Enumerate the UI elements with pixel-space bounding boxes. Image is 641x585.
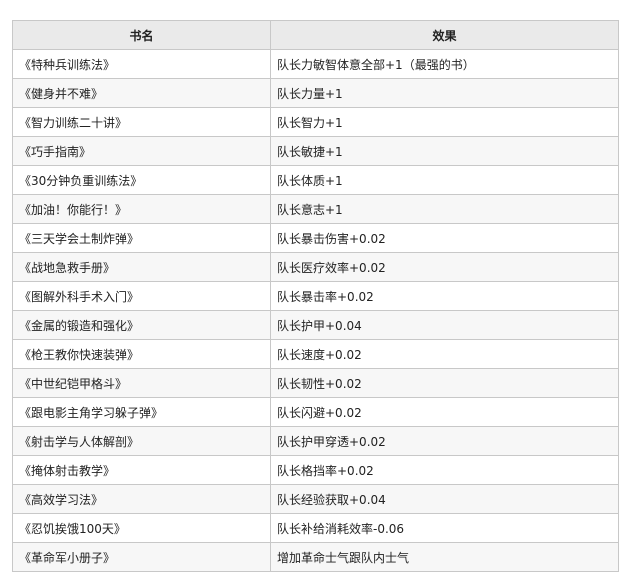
table-row: 《健身并不难》 队长力量+1 <box>12 78 619 108</box>
book-name-cell: 《革命军小册子》 <box>12 542 271 572</box>
effect-cell: 队长暴击率+0.02 <box>270 281 619 311</box>
table-row: 《图解外科手术入门》 队长暴击率+0.02 <box>12 281 619 311</box>
book-name-cell: 《30分钟负重训练法》 <box>12 165 271 195</box>
effect-cell: 队长智力+1 <box>270 107 619 137</box>
book-name-cell: 《智力训练二十讲》 <box>12 107 271 137</box>
book-name-cell: 《特种兵训练法》 <box>12 49 271 79</box>
column-header-effect: 效果 <box>270 20 619 50</box>
table-row: 《三天学会土制炸弹》 队长暴击伤害+0.02 <box>12 223 619 253</box>
table-row: 《金属的锻造和强化》 队长护甲+0.04 <box>12 310 619 340</box>
table-row: 《跟电影主角学习躲子弹》 队长闪避+0.02 <box>12 397 619 427</box>
effect-cell: 队长力敏智体意全部+1（最强的书） <box>270 49 619 79</box>
book-name-cell: 《跟电影主角学习躲子弹》 <box>12 397 271 427</box>
effect-cell: 队长格挡率+0.02 <box>270 455 619 485</box>
column-header-book-name: 书名 <box>12 20 271 50</box>
effect-cell: 队长速度+0.02 <box>270 339 619 369</box>
effect-cell: 队长护甲+0.04 <box>270 310 619 340</box>
effect-cell: 队长经验获取+0.04 <box>270 484 619 514</box>
effect-cell: 队长闪避+0.02 <box>270 397 619 427</box>
table-row: 《巧手指南》 队长敏捷+1 <box>12 136 619 166</box>
effect-cell: 队长力量+1 <box>270 78 619 108</box>
table-row: 《枪王教你快速装弹》 队长速度+0.02 <box>12 339 619 369</box>
book-name-cell: 《加油！你能行！》 <box>12 194 271 224</box>
book-name-cell: 《图解外科手术入门》 <box>12 281 271 311</box>
book-name-cell: 《战地急救手册》 <box>12 252 271 282</box>
table-row: 《革命军小册子》 增加革命士气跟队内士气 <box>12 542 619 572</box>
effect-cell: 队长暴击伤害+0.02 <box>270 223 619 253</box>
table-row: 《射击学与人体解剖》 队长护甲穿透+0.02 <box>12 426 619 456</box>
book-name-cell: 《枪王教你快速装弹》 <box>12 339 271 369</box>
table-row: 《忍饥挨饿100天》 队长补给消耗效率-0.06 <box>12 513 619 543</box>
table-row: 《智力训练二十讲》 队长智力+1 <box>12 107 619 137</box>
effect-cell: 增加革命士气跟队内士气 <box>270 542 619 572</box>
effect-cell: 队长意志+1 <box>270 194 619 224</box>
book-effects-table: 书名 效果 《特种兵训练法》 队长力敏智体意全部+1（最强的书） 《健身并不难》… <box>12 20 619 572</box>
book-name-cell: 《忍饥挨饿100天》 <box>12 513 271 543</box>
book-name-cell: 《掩体射击教学》 <box>12 455 271 485</box>
table-row: 《30分钟负重训练法》 队长体质+1 <box>12 165 619 195</box>
table-header-row: 书名 效果 <box>12 20 619 50</box>
book-name-cell: 《三天学会土制炸弹》 <box>12 223 271 253</box>
book-name-cell: 《中世纪铠甲格斗》 <box>12 368 271 398</box>
book-name-cell: 《巧手指南》 <box>12 136 271 166</box>
book-name-cell: 《射击学与人体解剖》 <box>12 426 271 456</box>
book-name-cell: 《高效学习法》 <box>12 484 271 514</box>
book-name-cell: 《健身并不难》 <box>12 78 271 108</box>
table-row: 《掩体射击教学》 队长格挡率+0.02 <box>12 455 619 485</box>
page: 书名 效果 《特种兵训练法》 队长力敏智体意全部+1（最强的书） 《健身并不难》… <box>0 0 641 585</box>
table-row: 《加油！你能行！》 队长意志+1 <box>12 194 619 224</box>
table-row: 《高效学习法》 队长经验获取+0.04 <box>12 484 619 514</box>
effect-cell: 队长体质+1 <box>270 165 619 195</box>
table-row: 《中世纪铠甲格斗》 队长韧性+0.02 <box>12 368 619 398</box>
table-row: 《特种兵训练法》 队长力敏智体意全部+1（最强的书） <box>12 49 619 79</box>
effect-cell: 队长敏捷+1 <box>270 136 619 166</box>
book-name-cell: 《金属的锻造和强化》 <box>12 310 271 340</box>
table-row: 《战地急救手册》 队长医疗效率+0.02 <box>12 252 619 282</box>
effect-cell: 队长护甲穿透+0.02 <box>270 426 619 456</box>
effect-cell: 队长医疗效率+0.02 <box>270 252 619 282</box>
effect-cell: 队长补给消耗效率-0.06 <box>270 513 619 543</box>
effect-cell: 队长韧性+0.02 <box>270 368 619 398</box>
